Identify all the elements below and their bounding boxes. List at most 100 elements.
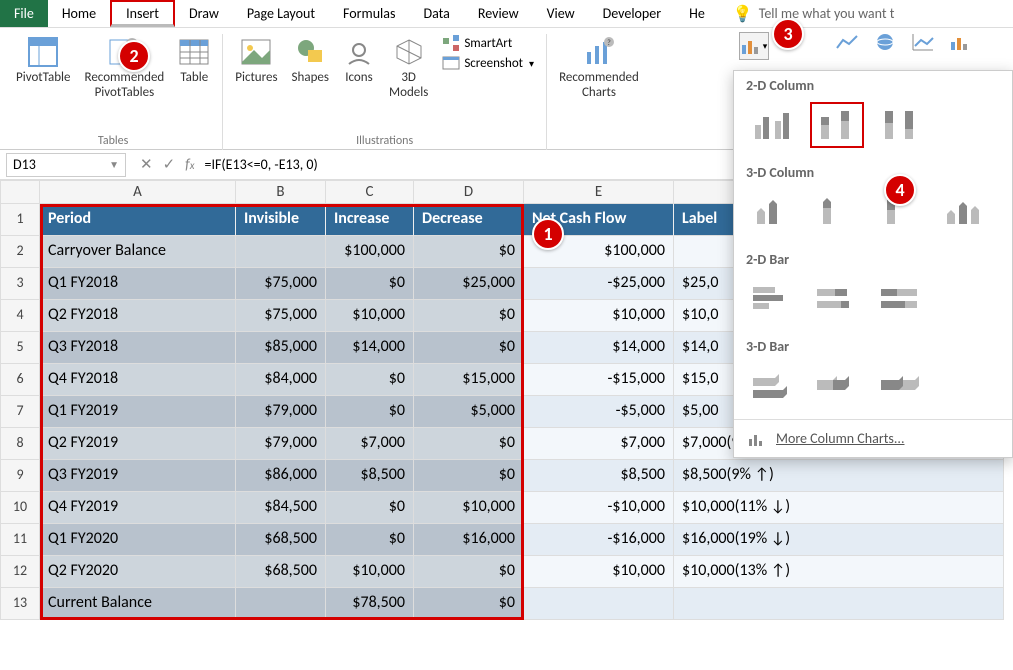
cell[interactable]: $8,500(9% ↑) bbox=[674, 460, 1004, 492]
cell[interactable] bbox=[674, 588, 1004, 620]
tab-formulas[interactable]: Formulas bbox=[329, 0, 409, 27]
cell[interactable]: Q3 FY2018 bbox=[40, 332, 236, 364]
insert-column-chart-button[interactable]: ▾ bbox=[739, 32, 769, 60]
recommended-charts-button[interactable]: ? Recommended Charts bbox=[555, 34, 643, 102]
enter-formula-icon[interactable]: ✓ bbox=[163, 155, 176, 174]
cell[interactable]: $16,000 bbox=[414, 524, 524, 556]
row-header[interactable]: 12 bbox=[0, 556, 40, 588]
map-chart-button[interactable] bbox=[873, 32, 897, 52]
cell[interactable]: -$5,000 bbox=[524, 396, 674, 428]
row-header[interactable]: 10 bbox=[0, 492, 40, 524]
3d-column-option[interactable] bbox=[938, 189, 992, 235]
col-header-C[interactable]: C bbox=[326, 180, 414, 204]
shapes-button[interactable]: Shapes bbox=[288, 34, 333, 87]
cell[interactable]: Q1 FY2020 bbox=[40, 524, 236, 556]
cell[interactable]: $0 bbox=[414, 300, 524, 332]
cell[interactable]: $10,000 bbox=[524, 300, 674, 332]
cell[interactable]: $84,000 bbox=[236, 364, 326, 396]
3d-100pct-stacked-bar-option[interactable] bbox=[874, 363, 928, 409]
cell[interactable]: $79,000 bbox=[236, 428, 326, 460]
tab-file[interactable]: File bbox=[0, 0, 48, 27]
clustered-column-option[interactable] bbox=[746, 102, 800, 148]
3d-stacked-column-option[interactable] bbox=[810, 189, 864, 235]
col-header-D[interactable]: D bbox=[414, 180, 524, 204]
cell[interactable]: $85,000 bbox=[236, 332, 326, 364]
row-header[interactable]: 5 bbox=[0, 332, 40, 364]
tab-data[interactable]: Data bbox=[409, 0, 463, 27]
cell[interactable]: $0 bbox=[326, 524, 414, 556]
cell[interactable]: -$15,000 bbox=[524, 364, 674, 396]
cell[interactable]: Q4 FY2018 bbox=[40, 364, 236, 396]
cell[interactable]: $68,500 bbox=[236, 556, 326, 588]
cell[interactable]: $16,000(19% ↓) bbox=[674, 524, 1004, 556]
cell[interactable]: Q2 FY2019 bbox=[40, 428, 236, 460]
cell[interactable]: Current Balance bbox=[40, 588, 236, 620]
100pct-stacked-column-option[interactable] bbox=[874, 102, 928, 148]
header-period[interactable]: Period bbox=[40, 204, 236, 236]
table-button[interactable]: Table bbox=[174, 34, 214, 87]
cell[interactable]: $10,000 bbox=[414, 492, 524, 524]
cell[interactable]: $0 bbox=[326, 364, 414, 396]
pictures-button[interactable]: Pictures bbox=[231, 34, 281, 87]
row-header[interactable]: 13 bbox=[0, 588, 40, 620]
cell[interactable]: $0 bbox=[414, 556, 524, 588]
cell[interactable]: $0 bbox=[326, 396, 414, 428]
cell[interactable]: $78,500 bbox=[326, 588, 414, 620]
pivottable-button[interactable]: PivotTable bbox=[12, 34, 75, 87]
cell[interactable]: $79,000 bbox=[236, 396, 326, 428]
combo-chart-button[interactable] bbox=[949, 32, 973, 52]
100pct-stacked-bar-option[interactable] bbox=[874, 276, 928, 322]
cell[interactable]: $0 bbox=[326, 492, 414, 524]
cell[interactable]: $0 bbox=[414, 332, 524, 364]
tab-pagelayout[interactable]: Page Layout bbox=[233, 0, 329, 27]
cell[interactable]: $7,000 bbox=[326, 428, 414, 460]
cell[interactable]: $8,500 bbox=[524, 460, 674, 492]
tab-view[interactable]: View bbox=[533, 0, 589, 27]
cell[interactable]: $68,500 bbox=[236, 524, 326, 556]
tab-developer[interactable]: Developer bbox=[589, 0, 675, 27]
cell[interactable]: Carryover Balance bbox=[40, 236, 236, 268]
stacked-bar-option[interactable] bbox=[810, 276, 864, 322]
3d-models-button[interactable]: 3D Models bbox=[385, 34, 432, 102]
cell[interactable]: Q1 FY2018 bbox=[40, 268, 236, 300]
cell[interactable]: $8,500 bbox=[326, 460, 414, 492]
col-header-B[interactable]: B bbox=[236, 180, 326, 204]
screenshot-button[interactable]: Screenshot▾ bbox=[438, 54, 538, 72]
clustered-bar-option[interactable] bbox=[746, 276, 800, 322]
cell[interactable]: $15,000 bbox=[414, 364, 524, 396]
3d-stacked-bar-option[interactable] bbox=[810, 363, 864, 409]
header-decrease[interactable]: Decrease bbox=[414, 204, 524, 236]
tab-help[interactable]: He bbox=[675, 0, 719, 27]
cell[interactable]: $0 bbox=[414, 236, 524, 268]
cell[interactable]: $86,000 bbox=[236, 460, 326, 492]
cell[interactable] bbox=[236, 236, 326, 268]
cell[interactable]: Q3 FY2019 bbox=[40, 460, 236, 492]
cell[interactable]: Q2 FY2018 bbox=[40, 300, 236, 332]
cell[interactable]: Q4 FY2019 bbox=[40, 492, 236, 524]
cell[interactable]: -$25,000 bbox=[524, 268, 674, 300]
col-header-E[interactable]: E bbox=[524, 180, 674, 204]
cancel-formula-icon[interactable]: ✕ bbox=[140, 155, 153, 174]
line-chart-button[interactable] bbox=[835, 32, 859, 52]
cell[interactable]: $14,000 bbox=[524, 332, 674, 364]
cell[interactable]: $10,000 bbox=[326, 300, 414, 332]
header-increase[interactable]: Increase bbox=[326, 204, 414, 236]
cell[interactable]: $100,000 bbox=[326, 236, 414, 268]
tab-insert[interactable]: Insert bbox=[110, 0, 175, 27]
row-header[interactable]: 8 bbox=[0, 428, 40, 460]
cell[interactable]: $10,000(11% ↓) bbox=[674, 492, 1004, 524]
tab-draw[interactable]: Draw bbox=[175, 0, 233, 27]
cell[interactable]: $84,500 bbox=[236, 492, 326, 524]
row-header[interactable]: 7 bbox=[0, 396, 40, 428]
row-header[interactable]: 6 bbox=[0, 364, 40, 396]
cell[interactable]: $14,000 bbox=[326, 332, 414, 364]
header-invisible[interactable]: Invisible bbox=[236, 204, 326, 236]
cell[interactable]: $0 bbox=[414, 428, 524, 460]
cell[interactable] bbox=[236, 588, 326, 620]
tab-home[interactable]: Home bbox=[48, 0, 110, 27]
stacked-column-option[interactable] bbox=[810, 102, 864, 148]
icons-button[interactable]: Icons bbox=[339, 34, 379, 87]
cell[interactable]: -$10,000 bbox=[524, 492, 674, 524]
cell[interactable]: $0 bbox=[326, 268, 414, 300]
hierarchy-chart-button[interactable] bbox=[911, 32, 935, 52]
